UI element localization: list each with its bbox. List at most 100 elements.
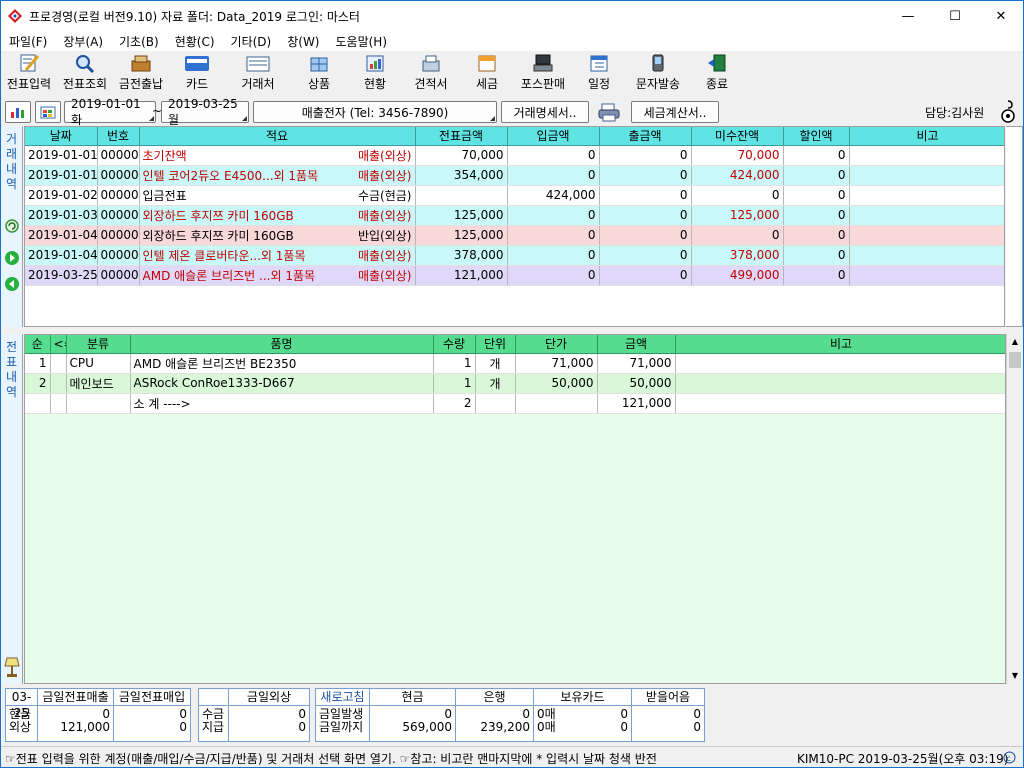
tx-amount[interactable]: 378,000: [415, 245, 508, 266]
transaction-row[interactable]: 2019-01-04000004외장하드 후지쯔 카미 160GB 반입(외상)1…: [25, 225, 1004, 246]
item-row[interactable]: 1 CPU AMD 애슬론 브리즈번 BE2350 1 개 71,000 71,000: [25, 353, 1005, 374]
tx-amount[interactable]: 125,000: [415, 205, 508, 226]
tx-balance[interactable]: 424,000: [691, 165, 784, 186]
transaction-row[interactable]: 2019-01-04000005인텔 제온 클로버타운...외 1품목 매출(외상…: [25, 245, 1004, 266]
transaction-row[interactable]: 2019-01-01000000초기잔액매출(외상)70,0000070,000…: [25, 145, 1004, 166]
tx-deposit[interactable]: 0: [507, 165, 600, 186]
minimize-button[interactable]: —: [885, 1, 931, 31]
tx-amount[interactable]: 354,000: [415, 165, 508, 186]
chart-view-button[interactable]: [5, 101, 31, 123]
tx-note[interactable]: [849, 245, 1004, 266]
menu-help[interactable]: 도움말(H): [328, 33, 396, 50]
col-unit[interactable]: 단위: [475, 335, 516, 354]
customer-select-button[interactable]: 매출전자 (Tel: 3456-7890): [253, 101, 497, 123]
printer-icon[interactable]: [597, 102, 621, 122]
tx-date[interactable]: 2019-03-25: [25, 265, 98, 286]
tx-deposit[interactable]: 0: [507, 145, 600, 166]
tx-deposit[interactable]: 0: [507, 265, 600, 286]
menu-basics[interactable]: 기초(B): [111, 33, 167, 50]
item-category[interactable]: [66, 393, 131, 414]
toolbar-schedule-button[interactable]: 일정: [571, 51, 627, 95]
menu-file[interactable]: 파일(F): [1, 33, 55, 50]
tx-withdrawal[interactable]: 0: [599, 225, 692, 246]
tx-amount[interactable]: 70,000: [415, 145, 508, 166]
menu-ledger[interactable]: 장부(A): [55, 33, 111, 50]
col-voucher-amount[interactable]: 전표금액: [415, 127, 508, 146]
item-category[interactable]: 메인보드: [66, 373, 131, 394]
tx-discount[interactable]: 0: [783, 205, 850, 226]
tx-amount[interactable]: 121,000: [415, 265, 508, 286]
transaction-row[interactable]: 2019-01-02000002입금전표수금(현금)424,000000: [25, 185, 1004, 206]
tx-withdrawal[interactable]: 0: [599, 265, 692, 286]
transaction-statement-button[interactable]: 거래명세서..: [501, 101, 589, 123]
item-quantity[interactable]: 1: [433, 373, 476, 394]
date-from-button[interactable]: 2019-01-01 화: [64, 97, 156, 127]
tx-number[interactable]: 000002: [97, 185, 140, 206]
tx-withdrawal[interactable]: 0: [599, 205, 692, 226]
tx-amount[interactable]: 125,000: [415, 225, 508, 246]
tx-discount[interactable]: 0: [783, 165, 850, 186]
refresh-icon[interactable]: [4, 218, 20, 234]
item-seq[interactable]: 1: [25, 353, 51, 374]
item-arrow[interactable]: [50, 353, 67, 374]
item-note[interactable]: [675, 393, 1005, 414]
item-seq[interactable]: [25, 393, 51, 414]
tx-note[interactable]: [849, 205, 1004, 226]
item-unit[interactable]: 개: [475, 373, 516, 394]
col-number[interactable]: 번호: [97, 127, 140, 146]
item-arrow[interactable]: [50, 373, 67, 394]
tx-withdrawal[interactable]: 0: [599, 245, 692, 266]
tx-discount[interactable]: 0: [783, 245, 850, 266]
item-name[interactable]: ASRock ConRoe1333-D667: [130, 373, 434, 394]
tx-withdrawal[interactable]: 0: [599, 165, 692, 186]
tx-amount[interactable]: [415, 185, 508, 206]
col-item-note[interactable]: 비고: [675, 335, 1005, 354]
toolbar-tax-button[interactable]: 세금: [459, 51, 515, 95]
tx-description-cell[interactable]: 외장하드 후지쯔 카미 160GB 매출(외상): [139, 205, 416, 226]
transaction-row[interactable]: 2019-01-01000001인텔 코어2듀오 E4500...외 1품목 매출…: [25, 165, 1004, 186]
scroll-down-arrow-icon[interactable]: ▼: [1007, 668, 1023, 684]
items-vertical-scrollbar[interactable]: ▲ ▼: [1006, 334, 1023, 684]
col-discount[interactable]: 할인액: [783, 127, 850, 146]
tx-balance[interactable]: 70,000: [691, 145, 784, 166]
tx-description-cell[interactable]: 초기잔액 매출(외상): [139, 145, 416, 166]
tx-description-cell[interactable]: 인텔 코어2듀오 E4500...외 1품목 매출(외상): [139, 165, 416, 186]
toolbar-exit-button[interactable]: 종료: [689, 51, 745, 95]
menu-window[interactable]: 창(W): [279, 33, 327, 50]
col-deposit[interactable]: 입금액: [507, 127, 600, 146]
refresh-button[interactable]: 새로고침: [316, 689, 370, 705]
item-unit-price[interactable]: 71,000: [515, 353, 598, 374]
tx-description-cell[interactable]: 외장하드 후지쯔 카미 160GB 반입(외상): [139, 225, 416, 246]
tx-withdrawal[interactable]: 0: [599, 185, 692, 206]
tx-discount[interactable]: 0: [783, 185, 850, 206]
item-row[interactable]: 2 메인보드 ASRock ConRoe1333-D667 1 개 50,000 50,00…: [25, 373, 1005, 394]
item-unit-price[interactable]: [515, 393, 598, 414]
tx-discount[interactable]: 0: [783, 265, 850, 286]
col-receivable-balance[interactable]: 미수잔액: [691, 127, 784, 146]
tx-date[interactable]: 2019-01-01: [25, 165, 98, 186]
item-note[interactable]: [675, 353, 1005, 374]
item-row[interactable]: 소 계 ----> 2 121,000: [25, 393, 1005, 414]
tx-number[interactable]: 000004: [97, 225, 140, 246]
item-quantity[interactable]: 1: [433, 353, 476, 374]
toolbar-pos-button[interactable]: 포스판매: [515, 51, 571, 95]
item-unit[interactable]: [475, 393, 516, 414]
tx-number[interactable]: 000003: [97, 205, 140, 226]
tx-discount[interactable]: 0: [783, 145, 850, 166]
bell-hook-icon[interactable]: [999, 99, 1017, 125]
next-arrow-icon[interactable]: [4, 250, 20, 266]
toolbar-product-button[interactable]: 상품: [291, 51, 347, 95]
tx-deposit[interactable]: 0: [507, 205, 600, 226]
item-name[interactable]: 소 계 ---->: [130, 393, 434, 414]
toolbar-quote-button[interactable]: 견적서: [403, 51, 459, 95]
toolbar-card-button[interactable]: 카드: [169, 51, 225, 95]
col-unit-price[interactable]: 단가: [515, 335, 598, 354]
item-quantity[interactable]: 2: [433, 393, 476, 414]
item-note[interactable]: [675, 373, 1005, 394]
tx-description-cell[interactable]: 입금전표 수금(현금): [139, 185, 416, 206]
tx-balance[interactable]: 378,000: [691, 245, 784, 266]
prev-arrow-icon[interactable]: [4, 276, 20, 292]
tx-note[interactable]: [849, 165, 1004, 186]
item-amount[interactable]: 50,000: [597, 373, 676, 394]
tx-deposit[interactable]: 0: [507, 245, 600, 266]
